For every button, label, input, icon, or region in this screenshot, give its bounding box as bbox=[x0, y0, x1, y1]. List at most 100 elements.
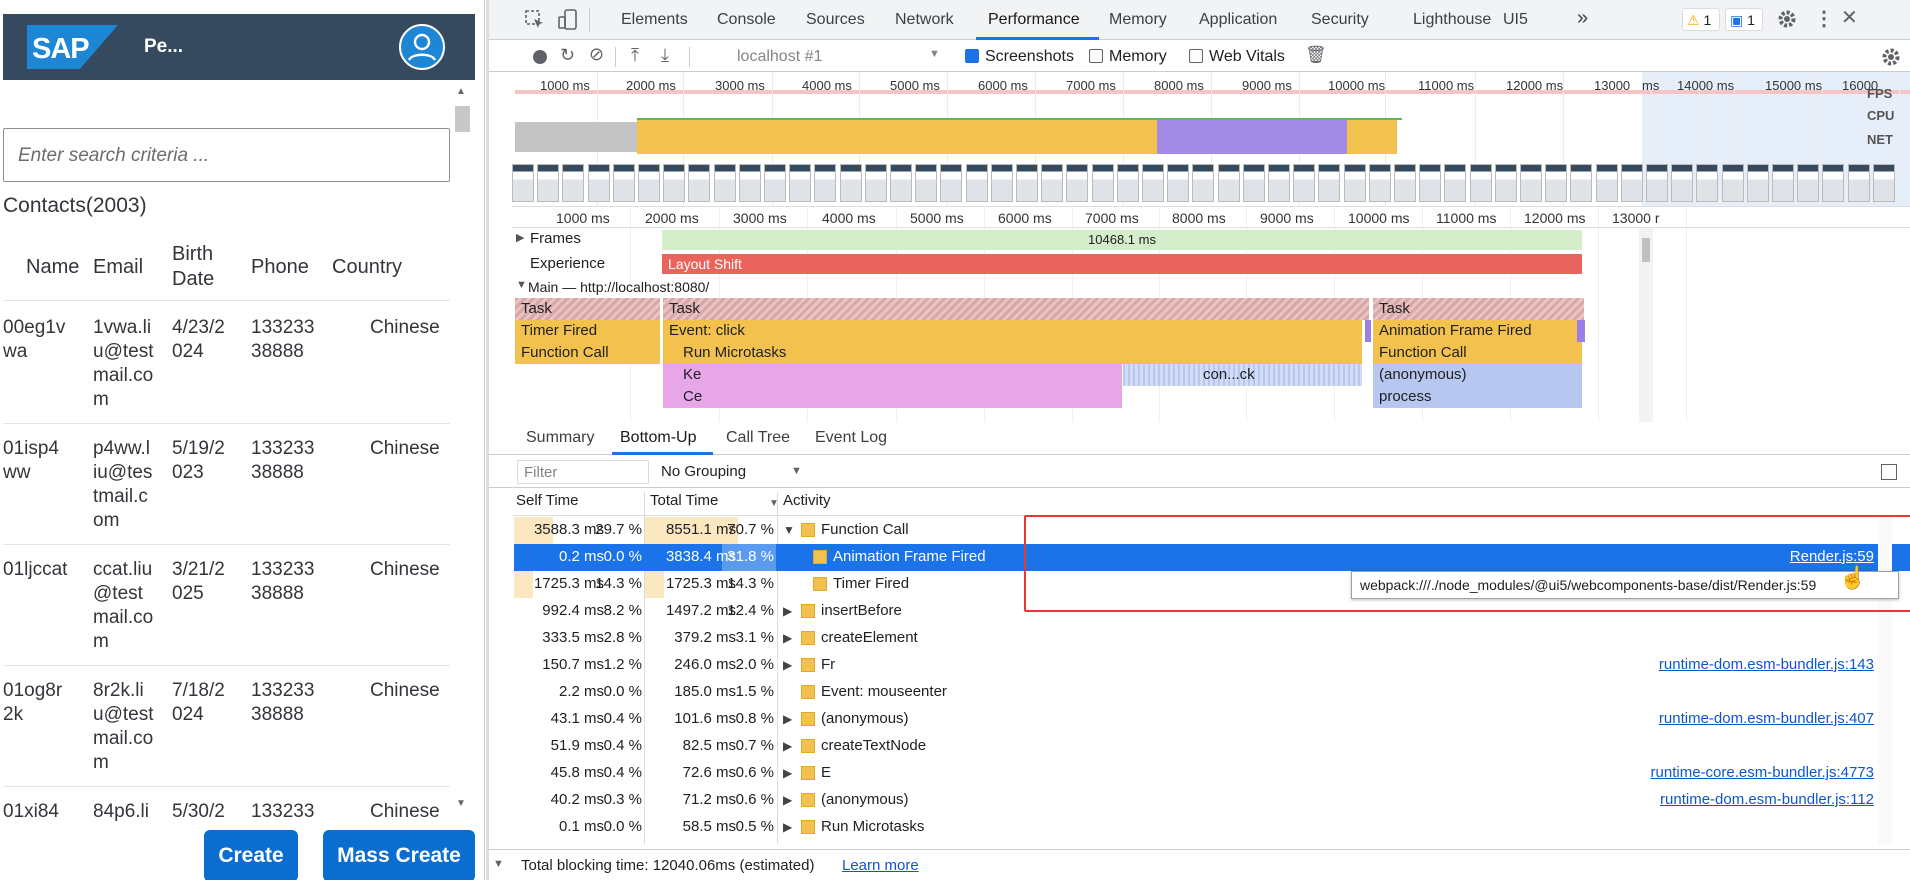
mass-create-button[interactable]: Mass Create bbox=[323, 830, 475, 880]
reload-icon[interactable]: ↻ bbox=[560, 45, 575, 66]
screenshot-thumb[interactable] bbox=[1192, 164, 1215, 202]
tab-ui5[interactable]: UI5 bbox=[1503, 11, 1528, 29]
screenshot-thumb[interactable] bbox=[1746, 164, 1769, 202]
screenshot-thumb[interactable] bbox=[1469, 164, 1492, 202]
flame-function-call[interactable]: Function Call bbox=[515, 342, 661, 364]
screenshot-thumb[interactable] bbox=[1041, 164, 1064, 202]
screenshot-thumb[interactable] bbox=[940, 164, 963, 202]
flame-timer-fired[interactable]: Timer Fired bbox=[515, 320, 661, 342]
expand-arrow-icon[interactable]: ▶ bbox=[783, 631, 792, 645]
expand-arrow-icon[interactable]: ▶ bbox=[783, 766, 792, 780]
target-select[interactable]: localhost #1 bbox=[737, 48, 822, 66]
screenshot-thumb[interactable] bbox=[965, 164, 988, 202]
grid-scrollbar[interactable] bbox=[1878, 516, 1892, 844]
table-scrollbar[interactable]: ▲ ▼ bbox=[452, 86, 472, 810]
tab-network[interactable]: Network bbox=[895, 11, 954, 29]
screenshots-checkbox[interactable]: Screenshots bbox=[965, 48, 1074, 66]
tab-console[interactable]: Console bbox=[717, 11, 776, 29]
screenshot-thumb[interactable] bbox=[1822, 164, 1845, 202]
tab-elements[interactable]: Elements bbox=[621, 11, 688, 29]
screenshot-thumb[interactable] bbox=[1772, 164, 1794, 202]
screenshot-thumb[interactable] bbox=[1142, 164, 1164, 202]
source-link[interactable]: runtime-dom.esm-bundler.js:143 bbox=[1659, 656, 1874, 673]
expand-arrow-icon[interactable]: ▶ bbox=[783, 739, 792, 753]
screenshot-thumb[interactable] bbox=[1116, 164, 1139, 202]
screenshot-thumb[interactable] bbox=[839, 164, 862, 202]
memory-checkbox[interactable]: Memory bbox=[1089, 48, 1167, 66]
screenshot-thumb[interactable] bbox=[764, 164, 786, 202]
self-time-header[interactable]: Self Time bbox=[516, 492, 579, 509]
trash-icon[interactable]: 🗑 bbox=[1305, 45, 1327, 65]
webvitals-checkbox[interactable]: Web Vitals bbox=[1189, 48, 1285, 66]
screenshot-thumb[interactable] bbox=[1721, 164, 1744, 202]
upload-icon[interactable]: ⤒ bbox=[631, 45, 639, 66]
messages-badge[interactable]: ▣ 1 bbox=[1725, 8, 1763, 31]
screenshot-thumb[interactable] bbox=[1595, 164, 1618, 202]
bottom-up-row[interactable]: 51.9 ms 0.4 % 82.5 ms 0.7 % ▶ createTextNode bbox=[514, 733, 1910, 760]
screenshot-thumb[interactable] bbox=[587, 164, 610, 202]
more-tabs-icon[interactable]: » bbox=[1577, 7, 1588, 30]
layout-shift-bar[interactable] bbox=[662, 254, 1582, 274]
screenshot-thumb[interactable] bbox=[562, 164, 585, 202]
screenshot-thumb[interactable] bbox=[1268, 164, 1290, 202]
clear-icon[interactable]: ⊘ bbox=[589, 44, 604, 65]
flame-conck[interactable]: con...ck bbox=[1123, 364, 1363, 386]
screenshot-thumb[interactable] bbox=[890, 164, 912, 202]
sidebar-toggle-icon[interactable] bbox=[1881, 464, 1897, 480]
screenshot-thumb[interactable] bbox=[1066, 164, 1089, 202]
screenshot-thumb[interactable] bbox=[1444, 164, 1467, 202]
activity-header[interactable]: Activity bbox=[783, 492, 831, 509]
screenshot-thumb[interactable] bbox=[864, 164, 887, 202]
total-time-header[interactable]: Total Time bbox=[650, 492, 718, 509]
flame-process[interactable]: process bbox=[1373, 386, 1583, 408]
tab-sources[interactable]: Sources bbox=[806, 11, 865, 29]
screenshot-thumb[interactable] bbox=[1217, 164, 1240, 202]
screenshot-thumb[interactable] bbox=[713, 164, 736, 202]
bottom-up-row[interactable]: 992.4 ms 8.2 % 1497.2 ms 12.4 % ▶ insertBefor… bbox=[514, 598, 1910, 625]
chevron-down-icon[interactable]: ▼ bbox=[791, 465, 802, 477]
scroll-down-icon[interactable]: ▼ bbox=[456, 798, 466, 809]
screenshot-thumb[interactable] bbox=[1016, 164, 1038, 202]
screenshot-thumb[interactable] bbox=[1620, 164, 1643, 202]
bottom-up-row[interactable]: 43.1 ms 0.4 % 101.6 ms 0.8 % ▶ (anonymous) run… bbox=[514, 706, 1910, 733]
screenshot-thumb[interactable] bbox=[789, 164, 812, 202]
screenshot-thumb[interactable] bbox=[1091, 164, 1114, 202]
screenshot-thumb[interactable] bbox=[1394, 164, 1416, 202]
screenshot-thumb[interactable] bbox=[1797, 164, 1820, 202]
screenshot-thumb[interactable] bbox=[990, 164, 1013, 202]
screenshot-thumb[interactable] bbox=[915, 164, 938, 202]
flame-anonymous[interactable]: (anonymous) bbox=[1373, 364, 1583, 386]
bottom-up-row[interactable]: 0.1 ms 0.0 % 58.5 ms 0.5 % ▶ Run Microtasks bbox=[514, 814, 1910, 841]
inspect-element-icon[interactable] bbox=[525, 10, 545, 30]
screenshot-thumb[interactable] bbox=[814, 164, 837, 202]
screenshot-thumb[interactable] bbox=[1872, 164, 1895, 202]
sap-logo[interactable]: SAP bbox=[27, 25, 118, 69]
bottom-up-row[interactable]: 3588.3 ms 29.7 % 8551.1 ms 70.7 % ▼ Function … bbox=[514, 517, 1910, 544]
screenshot-thumb[interactable] bbox=[1318, 164, 1341, 202]
screenshot-thumb[interactable] bbox=[638, 164, 660, 202]
capture-settings-icon[interactable] bbox=[1881, 47, 1901, 67]
screenshot-thumb[interactable] bbox=[688, 164, 711, 202]
bottom-up-row[interactable]: 45.8 ms 0.4 % 72.6 ms 0.6 % ▶ Eruntime-core.e… bbox=[514, 760, 1910, 787]
bottom-up-row[interactable]: 150.7 ms 1.2 % 246.0 ms 2.0 % ▶ Fr runtime-dom… bbox=[514, 652, 1910, 679]
scroll-up-icon[interactable]: ▲ bbox=[456, 86, 466, 97]
bottom-up-row[interactable]: 333.5 ms 2.8 % 379.2 ms 3.1 % ▶ createElement bbox=[514, 625, 1910, 652]
scroll-thumb[interactable] bbox=[1642, 238, 1650, 262]
screenshot-thumb[interactable] bbox=[1368, 164, 1391, 202]
flame-ke[interactable]: Ke bbox=[663, 364, 1123, 386]
screenshot-thumb[interactable] bbox=[512, 164, 534, 202]
tab-performance[interactable]: Performance bbox=[988, 11, 1080, 29]
chevron-down-icon[interactable]: ▼ bbox=[929, 48, 940, 60]
settings-gear-icon[interactable] bbox=[1777, 9, 1797, 29]
column-header[interactable]: Country bbox=[332, 255, 442, 280]
screenshot-thumb[interactable] bbox=[1167, 164, 1190, 202]
screenshot-thumb[interactable] bbox=[537, 164, 560, 202]
tab-security[interactable]: Security bbox=[1311, 11, 1369, 29]
expand-arrow-icon[interactable]: ▶ bbox=[783, 712, 792, 726]
flame-event-click[interactable]: Event: click bbox=[663, 320, 1363, 342]
details-tab-event-log[interactable]: Event Log bbox=[815, 429, 887, 447]
screenshot-thumb[interactable] bbox=[1242, 164, 1265, 202]
flame-ce[interactable]: Ce bbox=[663, 386, 1123, 408]
expand-arrow-icon[interactable]: ▶ bbox=[783, 658, 792, 672]
scroll-thumb[interactable] bbox=[455, 106, 470, 132]
